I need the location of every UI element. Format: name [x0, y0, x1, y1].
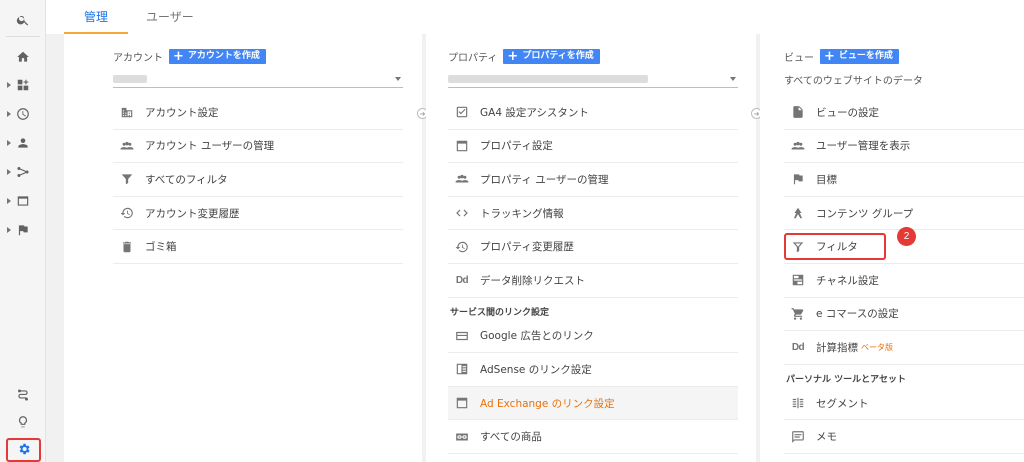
- ga4-setup-assistant[interactable]: GA4 設定アシスタント: [448, 96, 738, 130]
- property-user-management[interactable]: プロパティ ユーザーの管理: [448, 163, 738, 197]
- checkbox-icon: [454, 104, 470, 120]
- view-user-management[interactable]: ユーザー管理を表示: [784, 130, 1024, 164]
- notes[interactable]: メモ: [784, 420, 1024, 454]
- content-grouping[interactable]: コンテンツ グループ: [784, 197, 1024, 231]
- chevron-down-icon: [395, 77, 401, 81]
- adsense-links[interactable]: AdSense のリンク設定: [448, 353, 738, 387]
- history-icon: [454, 239, 470, 255]
- account-selector[interactable]: [113, 70, 403, 88]
- tracking-info[interactable]: トラッキング情報: [448, 197, 738, 231]
- channel-settings[interactable]: チャネル設定: [784, 264, 1024, 298]
- person-icon[interactable]: [0, 132, 46, 154]
- history-icon: [119, 205, 135, 221]
- tab-user[interactable]: ユーザー: [136, 0, 204, 34]
- tab-admin[interactable]: 管理: [64, 0, 129, 34]
- window-icon: [454, 395, 470, 411]
- dashboard-icon[interactable]: [0, 74, 46, 96]
- create-account-button[interactable]: + アカウントを作成: [169, 48, 266, 64]
- segment-icon: [790, 395, 806, 411]
- adsense-icon: [454, 361, 470, 377]
- account-menu: アカウント設定 アカウント ユーザーの管理 すべてのフィルタ アカウント変更履歴…: [113, 96, 403, 264]
- flag-icon: [790, 171, 806, 187]
- view-filters[interactable]: フィルタ 2: [784, 227, 1024, 264]
- person-walk-icon: [790, 205, 806, 221]
- search-icon[interactable]: [0, 9, 46, 31]
- view-selector[interactable]: すべてのウェブサイトのデータ: [784, 70, 1024, 88]
- account-column: アカウント + アカウントを作成 アカウント設定 アカウント ユーザーの管理 すべ…: [64, 34, 422, 462]
- document-icon: [790, 104, 806, 120]
- admin-gear-button[interactable]: [6, 438, 41, 462]
- group-icon: [119, 138, 135, 154]
- account-user-management[interactable]: アカウント ユーザーの管理: [113, 130, 403, 164]
- view-column: ビュー + ビューを作成 すべてのウェブサイトのデータ ビューの設定 ユーザー管理…: [760, 34, 1024, 462]
- ads-icon: [454, 328, 470, 344]
- flag-icon[interactable]: [0, 219, 46, 241]
- link-icon: [454, 429, 470, 445]
- property-change-history[interactable]: プロパティ変更履歴: [448, 230, 738, 264]
- view-menu: ビューの設定 ユーザー管理を表示 目標 コンテンツ グループ フィルタ 2 チャ…: [784, 96, 1024, 454]
- trash-can[interactable]: ゴミ箱: [113, 230, 403, 264]
- property-column: プロパティ + プロパティを作成 GA4 設定アシスタント プロパティ設定 プロパ…: [426, 34, 756, 462]
- comment-icon: [790, 429, 806, 445]
- route-icon[interactable]: [0, 384, 46, 406]
- all-filters[interactable]: すべてのフィルタ: [113, 163, 403, 197]
- clock-icon[interactable]: [0, 103, 46, 125]
- view-header: ビュー: [784, 52, 814, 64]
- property-menu: GA4 設定アシスタント プロパティ設定 プロパティ ユーザーの管理 トラッキン…: [448, 96, 738, 454]
- property-selector[interactable]: [448, 70, 738, 88]
- goals[interactable]: 目標: [784, 163, 1024, 197]
- dd-icon: Dd: [791, 341, 805, 353]
- home-icon[interactable]: [0, 46, 46, 68]
- lightbulb-icon[interactable]: [0, 411, 46, 433]
- account-settings[interactable]: アカウント設定: [113, 96, 403, 130]
- view-settings[interactable]: ビューの設定: [784, 96, 1024, 130]
- data-deletion-requests[interactable]: Dd データ削除リクエスト: [448, 264, 738, 298]
- left-navigation-rail: [0, 0, 46, 462]
- filter-icon: [119, 171, 135, 187]
- property-header: プロパティ: [448, 52, 498, 64]
- window-icon[interactable]: [0, 190, 46, 212]
- beta-badge: ベータ版: [861, 342, 893, 352]
- ad-exchange-links[interactable]: Ad Exchange のリンク設定: [448, 386, 738, 421]
- account-header: アカウント: [113, 52, 163, 64]
- ecommerce-settings[interactable]: e コマースの設定: [784, 298, 1024, 332]
- calculated-metrics[interactable]: Dd 計算指標 ベータ版: [784, 331, 1024, 365]
- all-products[interactable]: すべての商品: [448, 420, 738, 454]
- account-change-history[interactable]: アカウント変更履歴: [113, 197, 403, 231]
- top-tabs: 管理 ユーザー: [46, 0, 1024, 34]
- window-icon: [454, 138, 470, 154]
- property-settings[interactable]: プロパティ設定: [448, 130, 738, 164]
- cart-icon: [790, 306, 806, 322]
- branch-icon[interactable]: [0, 161, 46, 183]
- service-links-section: サービス間のリンク設定: [450, 307, 550, 318]
- trash-icon: [119, 239, 135, 255]
- personal-tools-section: パーソナル ツールとアセット: [786, 374, 906, 385]
- group-icon: [454, 171, 470, 187]
- step-badge-2: 2: [897, 227, 916, 247]
- create-view-button[interactable]: + ビューを作成: [820, 48, 899, 64]
- segments[interactable]: セグメント: [784, 387, 1024, 421]
- code-icon: [454, 205, 470, 221]
- google-ads-links[interactable]: Google 広告とのリンク: [448, 320, 738, 354]
- chevron-down-icon: [730, 77, 736, 81]
- create-property-button[interactable]: + プロパティを作成: [503, 48, 600, 64]
- channel-icon: [790, 272, 806, 288]
- group-icon: [790, 138, 806, 154]
- building-icon: [119, 104, 135, 120]
- gear-icon: [17, 442, 31, 459]
- dd-icon: Dd: [455, 274, 469, 286]
